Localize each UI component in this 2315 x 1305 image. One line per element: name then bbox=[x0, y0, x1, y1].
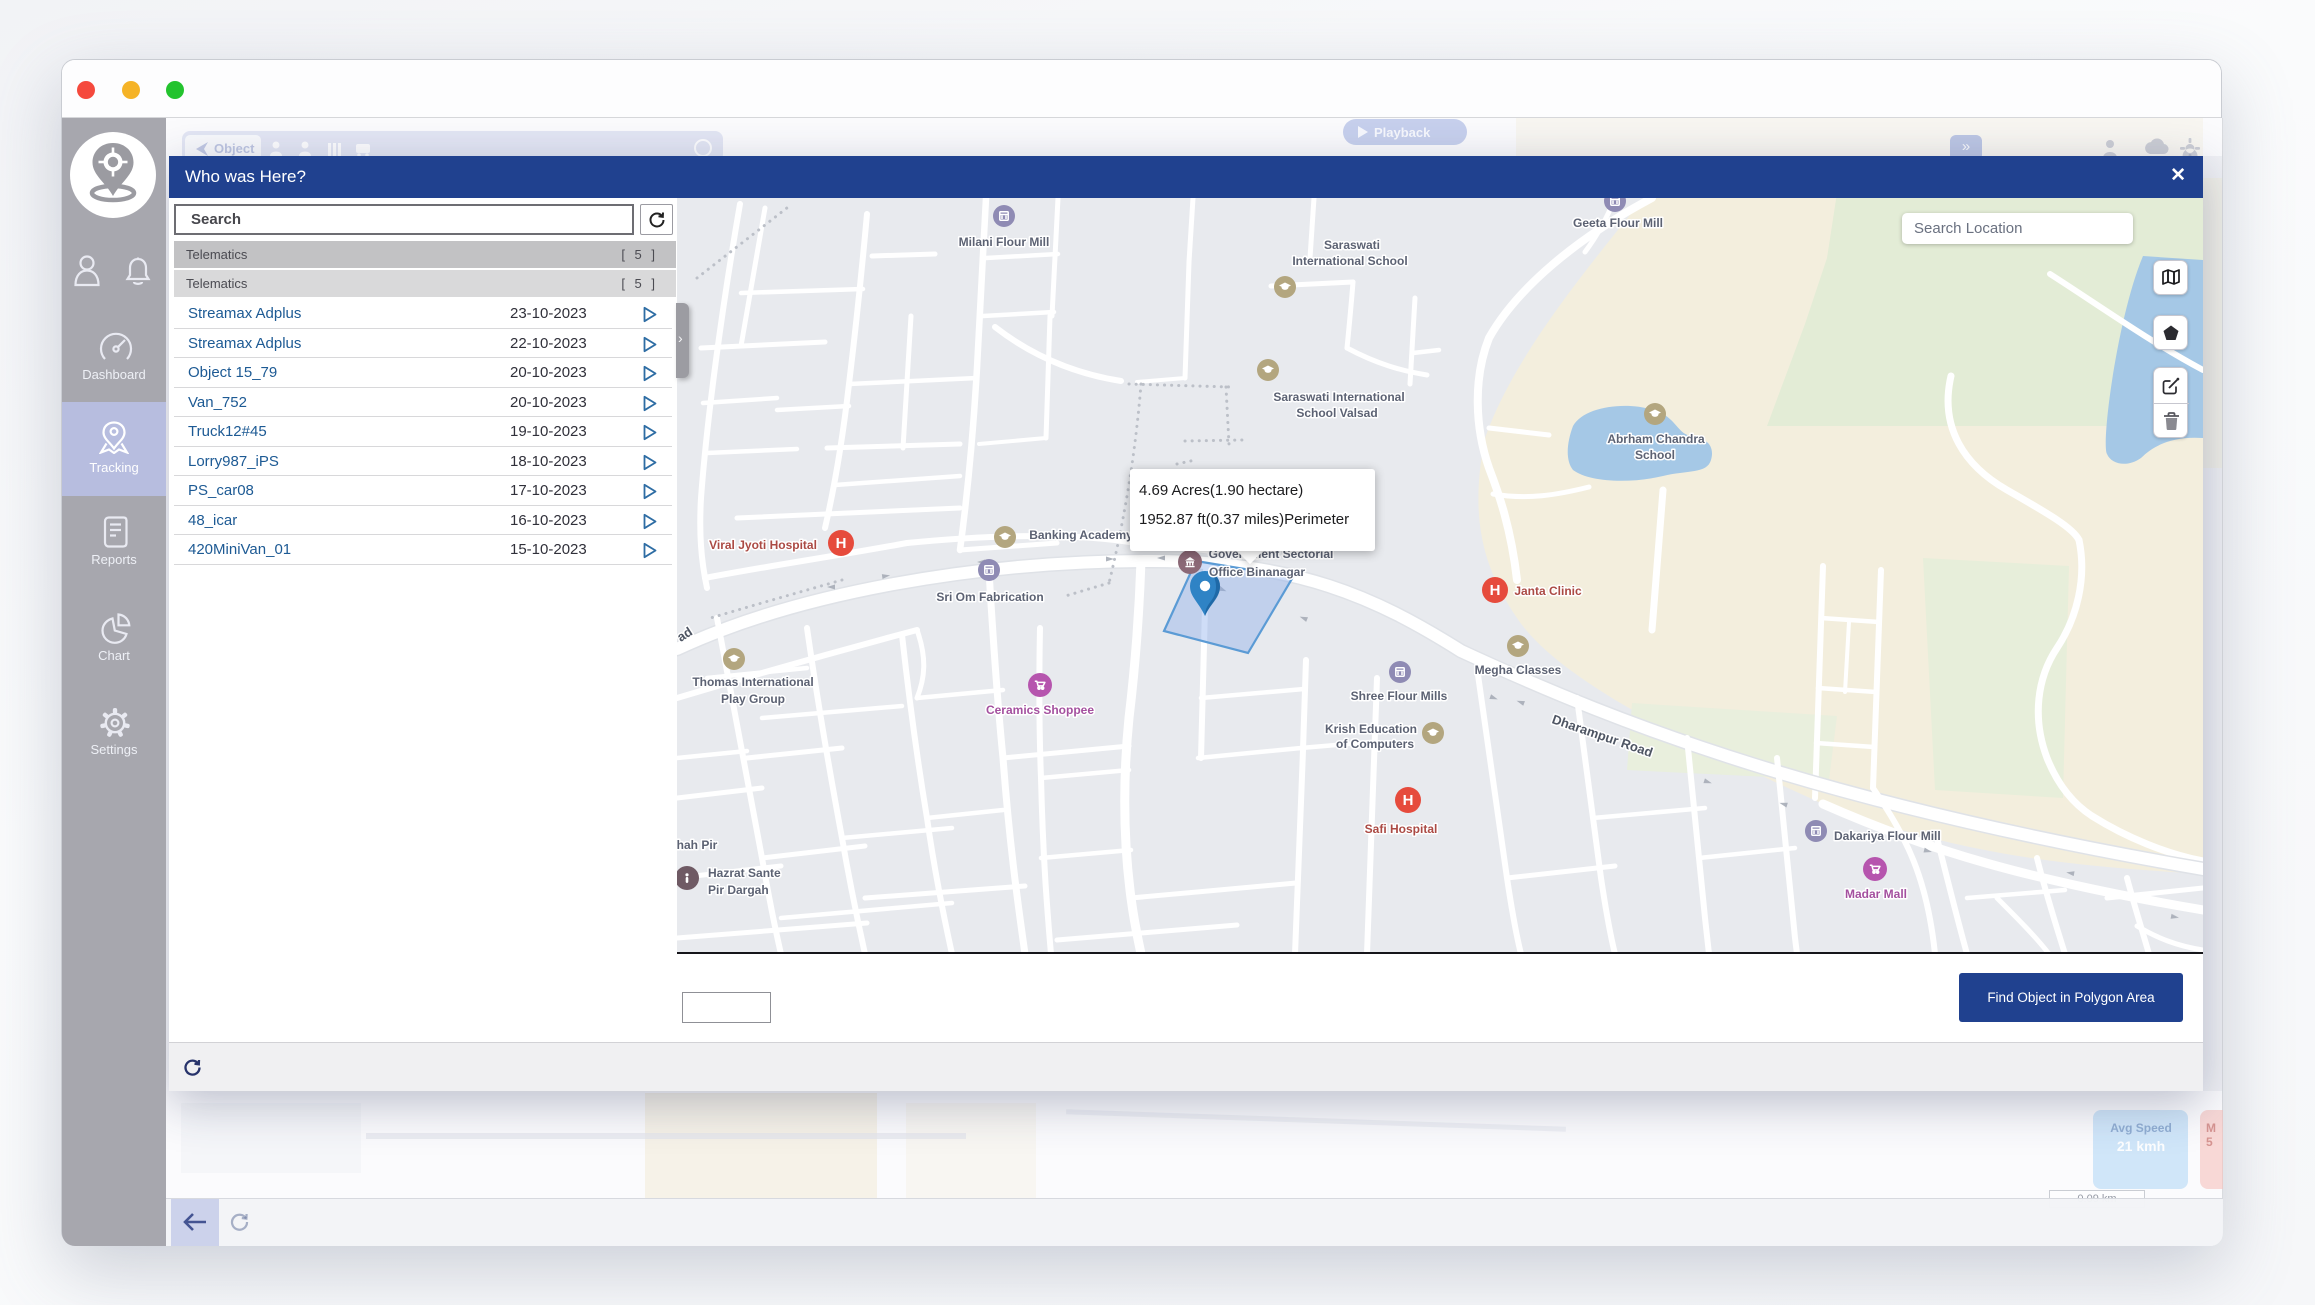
svg-text:Madar Mall: Madar Mall bbox=[1845, 887, 1907, 901]
svg-text:Janta Clinic: Janta Clinic bbox=[1514, 584, 1582, 598]
svg-text:International School: International School bbox=[1292, 254, 1407, 268]
svg-text:Shree Flour Mills: Shree Flour Mills bbox=[1351, 689, 1448, 703]
svg-text:Ceramics Shoppee: Ceramics Shoppee bbox=[986, 703, 1094, 717]
svg-text:Viral Jyoti Hospital: Viral Jyoti Hospital bbox=[709, 538, 817, 552]
svg-text:Playback: Playback bbox=[1374, 125, 1431, 140]
svg-text:of Computers: of Computers bbox=[1336, 737, 1414, 751]
svg-text:hah Pir: hah Pir bbox=[677, 838, 718, 852]
svg-text:Saraswati International: Saraswati International bbox=[1273, 390, 1404, 404]
svg-text:Megha Classes: Megha Classes bbox=[1475, 663, 1562, 677]
svg-text:Safi Hospital: Safi Hospital bbox=[1365, 822, 1438, 836]
svg-text:H: H bbox=[1403, 792, 1414, 809]
svg-text:Sri Om Fabrication: Sri Om Fabrication bbox=[936, 590, 1043, 604]
svg-text:Geeta Flour Mill: Geeta Flour Mill bbox=[1573, 216, 1663, 230]
svg-text:H: H bbox=[836, 535, 847, 552]
svg-text:School: School bbox=[1635, 448, 1675, 462]
svg-text:Krish Education: Krish Education bbox=[1325, 722, 1417, 736]
svg-text:Abrham Chandra: Abrham Chandra bbox=[1607, 432, 1705, 446]
svg-text:Office Binanagar: Office Binanagar bbox=[1209, 565, 1305, 579]
svg-text:Pir Dargah: Pir Dargah bbox=[708, 883, 769, 897]
svg-text:Saraswati: Saraswati bbox=[1324, 238, 1380, 252]
svg-text:School Valsad: School Valsad bbox=[1296, 406, 1377, 420]
svg-text:Milani Flour Mill: Milani Flour Mill bbox=[959, 235, 1050, 249]
svg-text:Object: Object bbox=[214, 141, 255, 156]
svg-text:Hazrat Sante: Hazrat Sante bbox=[708, 866, 781, 880]
svg-text:Play Group: Play Group bbox=[721, 692, 785, 706]
svg-text:Banking Academy: Banking Academy bbox=[1029, 528, 1133, 542]
svg-text:Thomas International: Thomas International bbox=[692, 675, 813, 689]
svg-text:Dakariya Flour Mill: Dakariya Flour Mill bbox=[1834, 829, 1941, 843]
svg-text:H: H bbox=[1490, 582, 1501, 599]
